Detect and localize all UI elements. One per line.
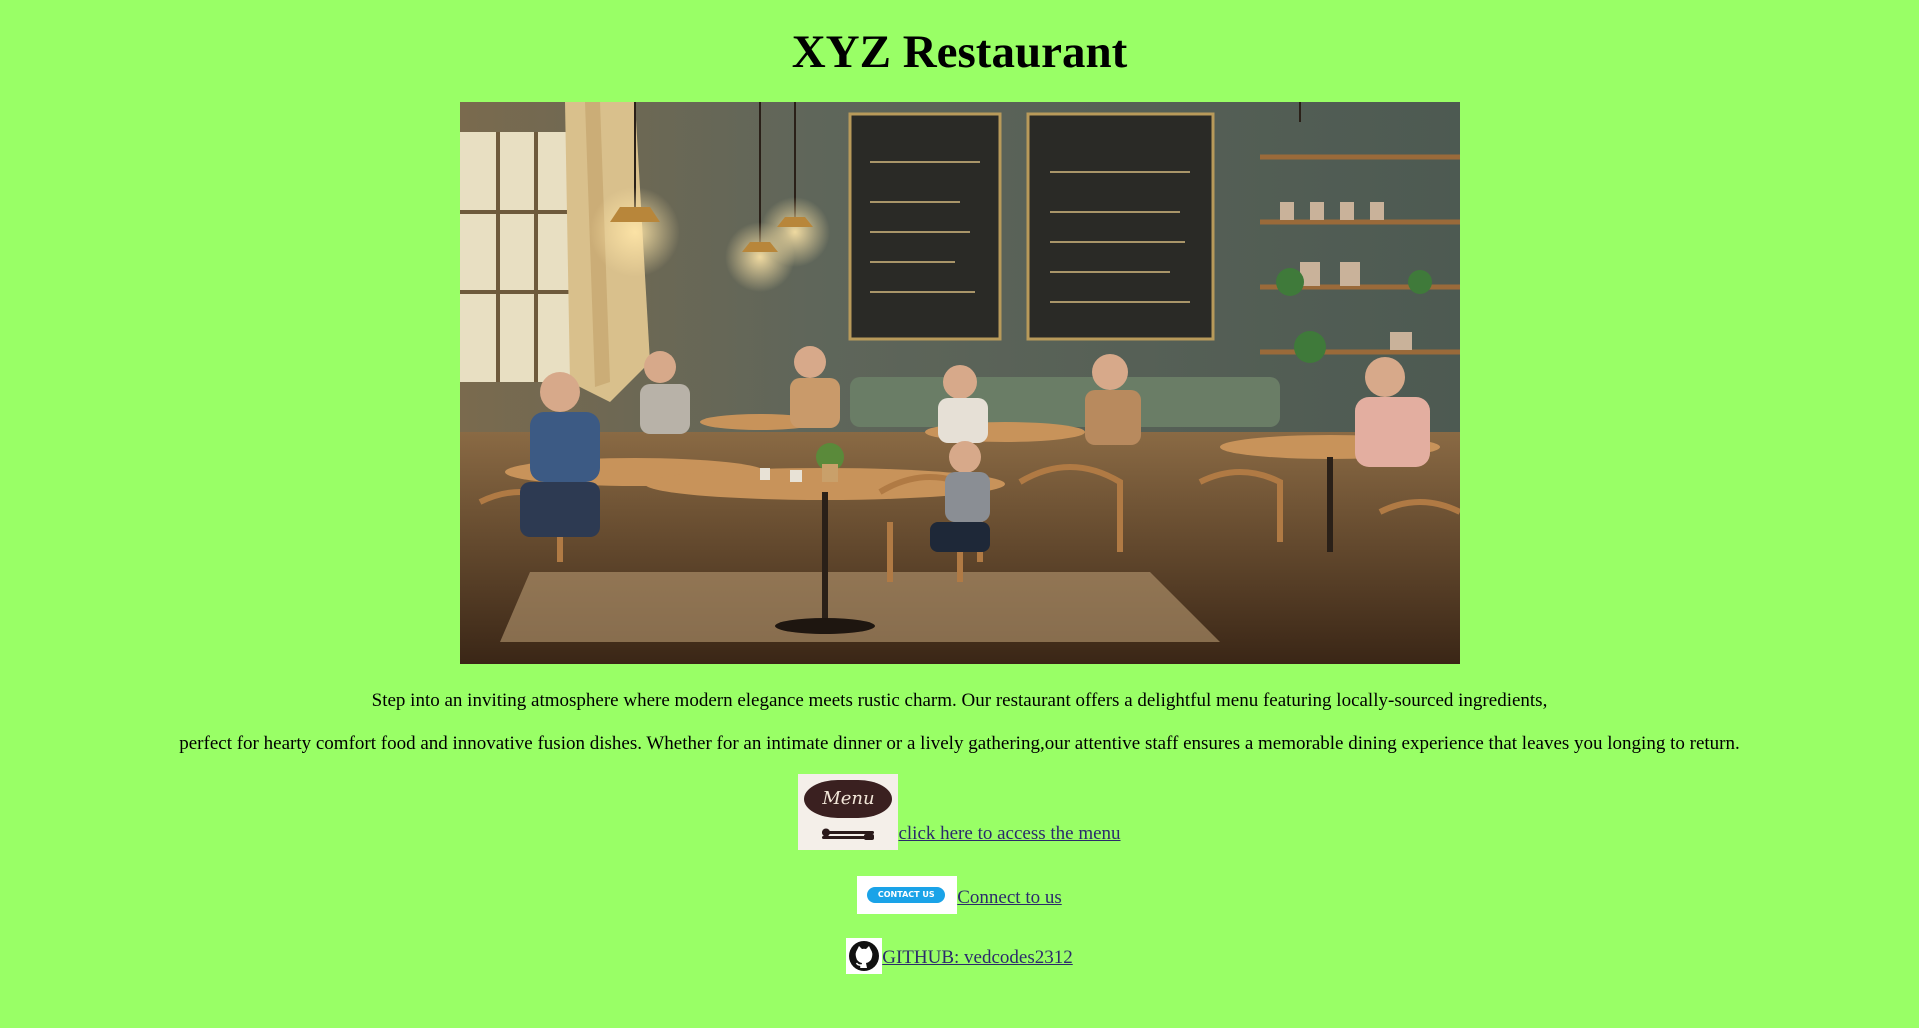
contact-link[interactable]: Connect to us bbox=[957, 887, 1062, 908]
restaurant-interior-image bbox=[460, 102, 1460, 664]
contact-link-row: CONTACT US Connect to us bbox=[0, 876, 1919, 914]
description-line-2: perfect for hearty comfort food and inno… bbox=[179, 733, 1740, 754]
menu-sign-icon[interactable]: Menu bbox=[798, 774, 899, 850]
menu-link-row: Menu click here to access the menu bbox=[0, 774, 1919, 850]
contact-badge-text: CONTACT US bbox=[867, 887, 946, 903]
menu-sign-text: Menu bbox=[804, 780, 893, 818]
cutlery-icon bbox=[822, 828, 875, 840]
github-link[interactable]: GITHUB: vedcodes2312 bbox=[882, 947, 1073, 968]
description-line-1: Step into an inviting atmosphere where m… bbox=[371, 690, 1548, 711]
page-title: XYZ Restaurant bbox=[791, 26, 1128, 78]
menu-link[interactable]: click here to access the menu bbox=[898, 823, 1120, 844]
github-icon[interactable] bbox=[846, 938, 883, 974]
github-link-row: GITHUB: vedcodes2312 bbox=[0, 938, 1919, 974]
contact-us-badge-icon[interactable]: CONTACT US bbox=[857, 876, 958, 914]
